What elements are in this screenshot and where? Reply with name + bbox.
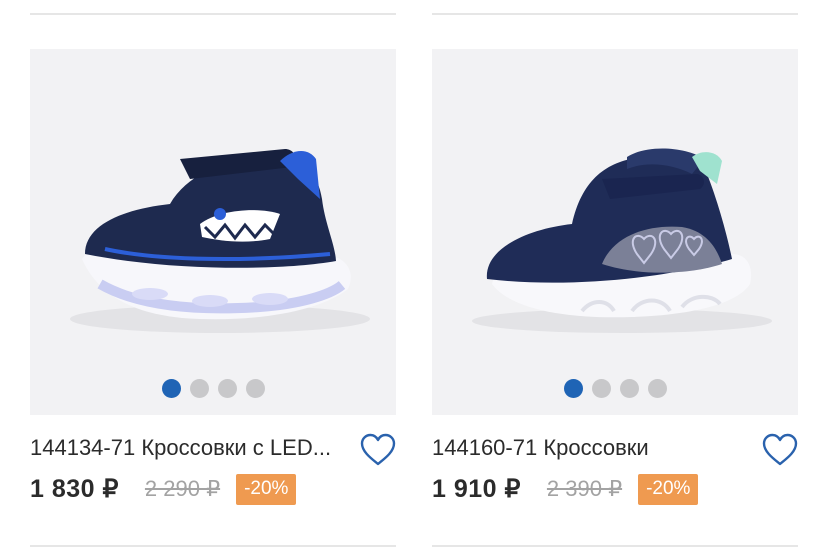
gallery-dot-active[interactable] [563,379,583,398]
gallery-dot-active[interactable] [161,379,181,398]
gallery-dot[interactable] [245,379,265,398]
sneaker-image-led [70,149,370,333]
favorite-button[interactable] [360,433,396,467]
bottom-divider-right [432,545,798,547]
product-title[interactable]: 144160-71 Кроссовки [432,435,747,461]
gallery-dots [30,379,396,398]
product-title[interactable]: 144134-71 Кроссовки с LED... [30,435,345,461]
discount-badge: -20% [236,473,297,505]
discount-badge: -20% [638,473,699,505]
gallery-dot[interactable] [189,379,209,398]
old-price: 2 390 ₽ [546,476,623,501]
heart-outline-icon [762,433,798,466]
sneaker-image-hearts [472,148,772,333]
heart-outline-icon [360,433,396,466]
product-card[interactable]: 144160-71 Кроссовки 1 910 ₽ 2 390 ₽ -20% [432,49,798,509]
gallery-dot[interactable] [647,379,667,398]
favorite-button[interactable] [762,433,798,467]
bottom-divider-left [30,545,396,547]
top-divider-left [30,13,396,15]
top-divider-right [432,13,798,15]
product-image[interactable] [432,49,798,415]
gallery-dot[interactable] [619,379,639,398]
gallery-dot[interactable] [591,379,611,398]
product-image[interactable] [30,49,396,415]
current-price: 1 910 ₽ [432,475,521,503]
product-card[interactable]: 144134-71 Кроссовки с LED... 1 830 ₽ 2 2… [30,49,396,509]
gallery-dot[interactable] [217,379,237,398]
gallery-dots [432,379,798,398]
old-price: 2 290 ₽ [144,476,221,501]
current-price: 1 830 ₽ [30,475,119,503]
